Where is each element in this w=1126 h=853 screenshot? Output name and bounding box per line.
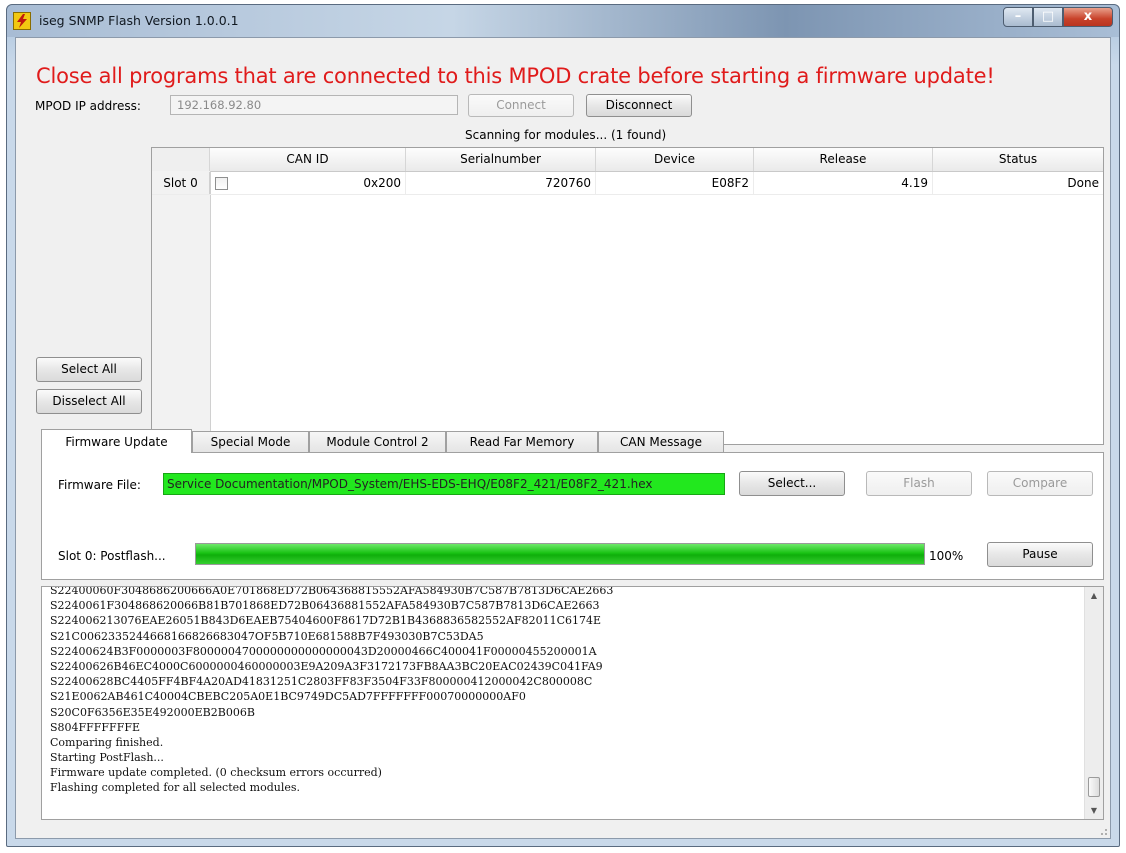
select-all-button[interactable]: Select All xyxy=(36,357,142,382)
minimize-icon: – xyxy=(1014,9,1022,24)
tab-can-message[interactable]: CAN Message xyxy=(598,431,724,453)
scroll-down-icon[interactable]: ▼ xyxy=(1085,802,1103,819)
log-line: Flashing completed for all selected modu… xyxy=(50,781,301,795)
scroll-thumb[interactable] xyxy=(1088,777,1100,797)
flash-button[interactable]: Flash xyxy=(866,471,972,496)
row-header-column xyxy=(152,171,211,444)
log-line: S21E0062AB461C40004CBEBC205A0E1BC9749DC5… xyxy=(50,690,526,704)
log-line: S22400060F3048686200666A0E701868ED72B064… xyxy=(50,586,614,597)
progress-percent: 100% xyxy=(929,549,964,563)
modules-table[interactable]: CAN ID Serialnumber Device Release Statu… xyxy=(151,147,1104,445)
column-header-serialnumber[interactable]: Serialnumber xyxy=(406,148,596,171)
close-icon: x xyxy=(1083,9,1093,24)
table-header: CAN ID Serialnumber Device Release Statu… xyxy=(152,148,1103,172)
flash-progress-bar xyxy=(195,543,925,565)
ip-address-label: MPOD IP address: xyxy=(35,99,141,113)
log-line: S22400626B46EC4000C6000000460000003E9A20… xyxy=(50,659,603,673)
tab-firmware-update[interactable]: Firmware Update xyxy=(41,429,192,453)
cell-device: E08F2 xyxy=(596,172,754,194)
title-bar[interactable]: iseg SNMP Flash Version 1.0.0.1 – □ x xyxy=(7,5,1119,37)
resize-grip-icon[interactable] xyxy=(1098,826,1108,836)
scroll-up-icon[interactable]: ▲ xyxy=(1085,587,1103,604)
log-scrollbar[interactable]: ▲ ▼ xyxy=(1084,587,1103,819)
maximize-icon: □ xyxy=(1041,9,1055,24)
log-line: S21C0062335244668166826683047OF5B710E681… xyxy=(50,629,484,643)
log-line: Firmware update completed. (0 checksum e… xyxy=(50,766,382,780)
lightning-bolt-icon xyxy=(13,12,31,30)
ip-address-input[interactable] xyxy=(170,95,458,115)
cell-can-id: 0x200 xyxy=(242,172,406,194)
log-text: S22400060F3048686200666A0E701868ED72B064… xyxy=(50,586,1077,796)
log-line: Comparing finished. xyxy=(50,735,164,749)
tab-module-control-2[interactable]: Module Control 2 xyxy=(309,431,446,453)
minimize-button[interactable]: – xyxy=(1003,7,1033,27)
tab-special-mode[interactable]: Special Mode xyxy=(192,431,309,453)
warning-message: Close all programs that are connected to… xyxy=(36,64,995,88)
row-header-slot: Slot 0 xyxy=(152,172,210,194)
progress-status-label: Slot 0: Postflash... xyxy=(58,549,166,563)
cell-serialnumber: 720760 xyxy=(406,172,596,194)
app-window: iseg SNMP Flash Version 1.0.0.1 – □ x Cl… xyxy=(6,4,1120,847)
column-header-status[interactable]: Status xyxy=(933,148,1103,171)
firmware-update-panel: Firmware File: Service Documentation/MPO… xyxy=(41,452,1104,580)
client-area: Close all programs that are connected to… xyxy=(15,37,1111,839)
pause-button[interactable]: Pause xyxy=(987,542,1093,567)
deselect-all-button[interactable]: Disselect All xyxy=(36,389,142,414)
log-line: S22400628BC4405FF4BF4A20AD41831251C2803F… xyxy=(50,675,593,689)
log-line: S224006213076EAE26051B843D6EAEB75404600F… xyxy=(50,614,602,628)
slot-select-checkbox[interactable] xyxy=(215,177,228,190)
cell-release: 4.19 xyxy=(754,172,933,194)
table-row[interactable]: Slot 0 0x200 720760 E08F2 4.19 Done xyxy=(152,172,1103,195)
cell-status: Done xyxy=(1067,176,1099,190)
close-button[interactable]: x xyxy=(1063,7,1113,27)
row-header-corner xyxy=(152,148,210,171)
firmware-file-path[interactable]: Service Documentation/MPOD_System/EHS-ED… xyxy=(163,473,725,495)
maximize-button[interactable]: □ xyxy=(1033,7,1063,27)
progress-fill xyxy=(196,544,924,564)
window-title: iseg SNMP Flash Version 1.0.0.1 xyxy=(39,13,239,28)
disconnect-button[interactable]: Disconnect xyxy=(586,94,692,117)
compare-button[interactable]: Compare xyxy=(987,471,1093,496)
firmware-file-label: Firmware File: xyxy=(58,478,141,492)
tab-read-far-memory[interactable]: Read Far Memory xyxy=(446,431,598,453)
select-file-button[interactable]: Select... xyxy=(739,471,845,496)
column-header-can-id[interactable]: CAN ID xyxy=(210,148,406,171)
column-header-release[interactable]: Release xyxy=(754,148,933,171)
column-header-device[interactable]: Device xyxy=(596,148,754,171)
connect-button[interactable]: Connect xyxy=(468,94,574,117)
log-line: S22400624B3F0000003F80000047000000000000… xyxy=(50,644,597,658)
log-line: S20C0F6356E35E492000EB2B006B xyxy=(50,705,255,719)
log-output[interactable]: S22400060F3048686200666A0E701868ED72B064… xyxy=(41,586,1104,820)
log-line: S804FFFFFFFE xyxy=(50,720,140,734)
scan-status: Scanning for modules... (1 found) xyxy=(465,128,667,142)
log-line: Starting PostFlash... xyxy=(50,751,164,765)
log-line: S2240061F304868620066B81B701868ED72B0643… xyxy=(50,599,600,613)
